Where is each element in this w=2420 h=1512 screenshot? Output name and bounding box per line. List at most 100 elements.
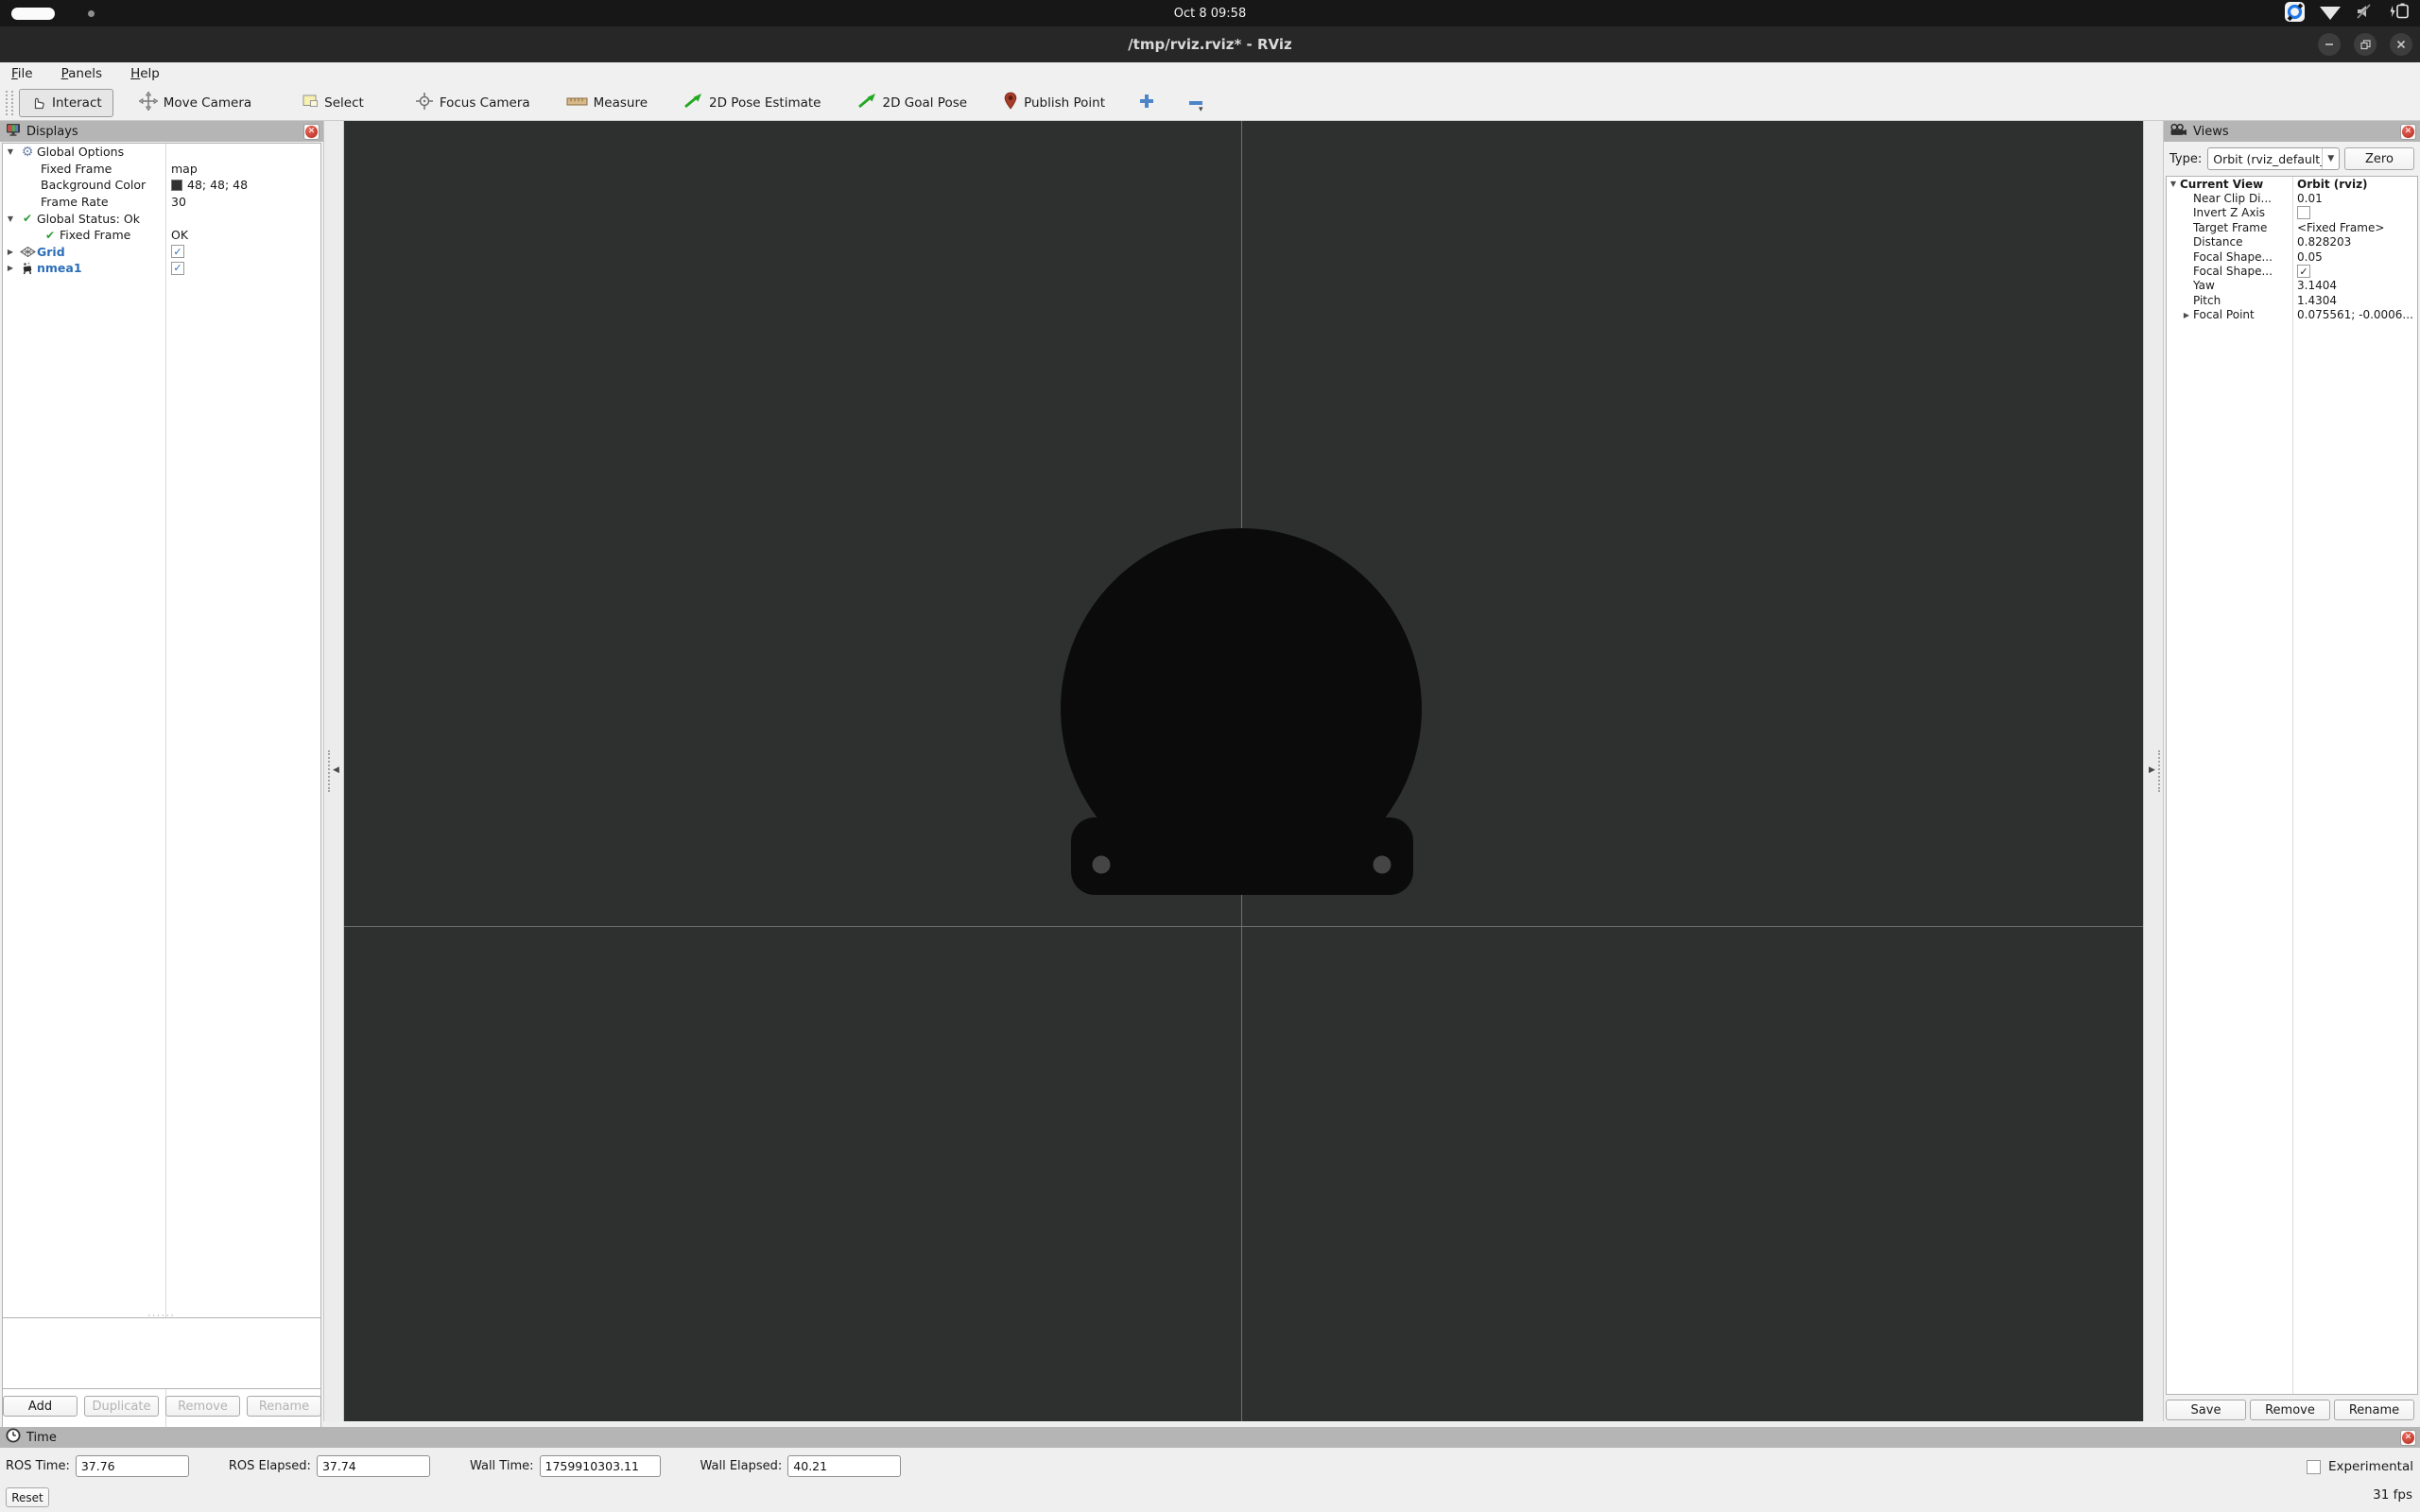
expander-open-icon[interactable]: ▼ — [3, 147, 18, 156]
wall-time-input[interactable] — [539, 1455, 661, 1477]
fixed-frame-value[interactable]: map — [171, 162, 198, 176]
target-frame-value[interactable]: <Fixed Frame> — [2297, 221, 2384, 234]
tool-measure[interactable]: Measure — [556, 89, 658, 117]
tool-select[interactable]: Select — [292, 89, 374, 117]
save-view-button[interactable]: Save — [2166, 1400, 2246, 1420]
tree-row-current-view[interactable]: ▼ Current View Orbit (rviz) — [2167, 177, 2417, 191]
tree-row-near-clip[interactable]: Near Clip Di... 0.01 — [2167, 191, 2417, 205]
tree-row-focal-point[interactable]: ▶ Focal Point 0.075561; -0.0006... — [2167, 308, 2417, 322]
wall-elapsed-input[interactable] — [787, 1455, 902, 1477]
focal-point-value[interactable]: 0.075561; -0.0006... — [2297, 308, 2413, 321]
tree-row-global-status[interactable]: ▼ ✔ Global Status: Ok — [3, 210, 320, 227]
splitter-dots — [2158, 750, 2160, 792]
tool-2d-goal-pose[interactable]: 2D Goal Pose — [847, 89, 978, 117]
render-viewport-3d[interactable] — [344, 121, 2143, 1421]
nmea1-enabled-checkbox[interactable]: ✓ — [171, 261, 184, 275]
focal-shape-checkbox[interactable]: ✓ — [2297, 265, 2310, 279]
column-divider[interactable] — [2292, 177, 2293, 1394]
views-panel: Views ✕ Type: Orbit (rviz_default_ ▼ Zer… — [2164, 121, 2420, 1421]
near-clip-value[interactable]: 0.01 — [2297, 192, 2323, 205]
tool-publish-point[interactable]: Publish Point — [993, 89, 1115, 117]
close-icon: ✕ — [2402, 1431, 2414, 1444]
tree-row-invert-z[interactable]: Invert Z Axis — [2167, 206, 2417, 220]
tree-row-nmea1[interactable]: ▶ nmea1 ✓ — [3, 260, 320, 277]
menu-help[interactable]: Help — [130, 66, 160, 81]
tree-row-global-options[interactable]: ▼ ⚙ Global Options — [3, 144, 320, 161]
tree-row-background-color[interactable]: Background Color 48; 48; 48 — [3, 177, 320, 194]
tree-row-fixed-frame[interactable]: Fixed Frame map — [3, 161, 320, 178]
views-tree[interactable]: ▼ Current View Orbit (rviz) Near Clip Di… — [2166, 176, 2418, 1395]
remove-tool-button[interactable]: ▾ — [1187, 94, 1209, 114]
rename-display-button[interactable]: Rename — [247, 1396, 321, 1417]
menu-file[interactable]: File — [11, 66, 33, 81]
grid-enabled-checkbox[interactable]: ✓ — [171, 245, 184, 259]
menu-panels[interactable]: Panels — [61, 66, 102, 81]
tool-dropdown-caret[interactable]: ▾ — [1199, 105, 1203, 114]
tree-row-focal-shape-size[interactable]: Focal Shape... 0.05 — [2167, 249, 2417, 264]
displays-tree[interactable]: ▼ ⚙ Global Options Fixed Frame map Backg… — [2, 143, 321, 1432]
muted-speaker-icon[interactable] — [2356, 3, 2373, 24]
distance-value[interactable]: 0.828203 — [2297, 235, 2351, 249]
views-panel-header[interactable]: Views ✕ — [2164, 121, 2420, 142]
window-titlebar[interactable]: /tmp/rviz.rviz* - RViz — [0, 26, 2420, 62]
tree-row-focal-shape-fixed[interactable]: Focal Shape... ✓ — [2167, 264, 2417, 279]
rename-view-button[interactable]: Rename — [2334, 1400, 2414, 1420]
restore-button[interactable] — [2354, 33, 2377, 56]
window-title: /tmp/rviz.rviz* - RViz — [1128, 36, 1292, 53]
yaw-value[interactable]: 3.1404 — [2297, 279, 2337, 292]
duplicate-display-button[interactable]: Duplicate — [84, 1396, 159, 1417]
time-panel-header[interactable]: Time ✕ — [0, 1427, 2420, 1448]
tree-row-pitch[interactable]: Pitch 1.4304 — [2167, 293, 2417, 307]
background-color-value[interactable]: 48; 48; 48 — [171, 178, 248, 192]
right-splitter[interactable]: ▶ — [2143, 121, 2164, 1421]
left-splitter[interactable]: ◀ — [323, 121, 344, 1421]
remove-view-button[interactable]: Remove — [2250, 1400, 2330, 1420]
add-display-button[interactable]: Add — [3, 1396, 78, 1417]
collapse-right-icon[interactable]: ▶ — [2149, 765, 2155, 775]
invert-z-checkbox[interactable] — [2297, 206, 2310, 220]
wifi-icon[interactable] — [2320, 7, 2341, 20]
system-clock[interactable]: Oct 8 09:58 — [0, 0, 2420, 26]
column-divider[interactable] — [165, 144, 166, 1431]
experimental-checkbox[interactable] — [2306, 1459, 2321, 1474]
add-tool-button[interactable] — [1138, 93, 1155, 113]
views-close-button[interactable]: ✕ — [2400, 123, 2416, 140]
expander-closed-icon[interactable]: ▶ — [3, 248, 18, 256]
tool-2d-pose-estimate[interactable]: 2D Pose Estimate — [673, 89, 831, 117]
menu-bar: File Panels Help — [0, 62, 2420, 85]
displays-panel-header[interactable]: Displays ✕ — [0, 121, 323, 142]
tool-focus-camera[interactable]: Focus Camera — [405, 89, 541, 117]
expander-open-icon[interactable]: ▼ — [2167, 180, 2180, 188]
robot-model-top-view[interactable] — [1052, 520, 1430, 907]
tool-move-camera[interactable]: Move Camera — [129, 89, 262, 117]
battery-icon[interactable] — [2388, 3, 2411, 24]
zero-view-button[interactable]: Zero — [2344, 147, 2414, 170]
ros-elapsed-input[interactable] — [316, 1455, 430, 1477]
tree-row-grid[interactable]: ▶ Grid ✓ — [3, 244, 320, 261]
reset-time-button[interactable]: Reset — [6, 1487, 49, 1507]
frame-rate-value[interactable]: 30 — [171, 195, 186, 209]
focal-shape-size-value[interactable]: 0.05 — [2297, 250, 2323, 264]
tree-row-distance[interactable]: Distance 0.828203 — [2167, 235, 2417, 249]
time-close-button[interactable]: ✕ — [2400, 1429, 2416, 1446]
remove-display-button[interactable]: Remove — [165, 1396, 240, 1417]
toolbar-drag-handle[interactable] — [6, 90, 13, 115]
view-type-dropdown[interactable]: Orbit (rviz_default_ ▼ — [2207, 147, 2341, 170]
pitch-value[interactable]: 1.4304 — [2297, 294, 2337, 307]
sync-tray-icon[interactable] — [2285, 1, 2305, 26]
displays-close-button[interactable]: ✕ — [303, 123, 320, 140]
tree-row-target-frame[interactable]: Target Frame <Fixed Frame> — [2167, 220, 2417, 234]
tree-row-status-fixed-frame[interactable]: ✔ Fixed Frame OK — [3, 227, 320, 244]
tree-row-frame-rate[interactable]: Frame Rate 30 — [3, 194, 320, 211]
tool-interact[interactable]: Interact — [19, 88, 113, 117]
minimize-button[interactable] — [2318, 33, 2341, 56]
expander-closed-icon[interactable]: ▶ — [3, 264, 18, 272]
tree-row-yaw[interactable]: Yaw 3.1404 — [2167, 279, 2417, 293]
expander-closed-icon[interactable]: ▶ — [2180, 311, 2193, 319]
close-window-button[interactable] — [2390, 33, 2412, 56]
expander-open-icon[interactable]: ▼ — [3, 215, 18, 223]
goal-pose-arrow-icon — [857, 92, 877, 113]
collapse-left-icon[interactable]: ◀ — [333, 765, 339, 775]
system-tray[interactable] — [2285, 0, 2411, 26]
ros-time-input[interactable] — [75, 1455, 189, 1477]
